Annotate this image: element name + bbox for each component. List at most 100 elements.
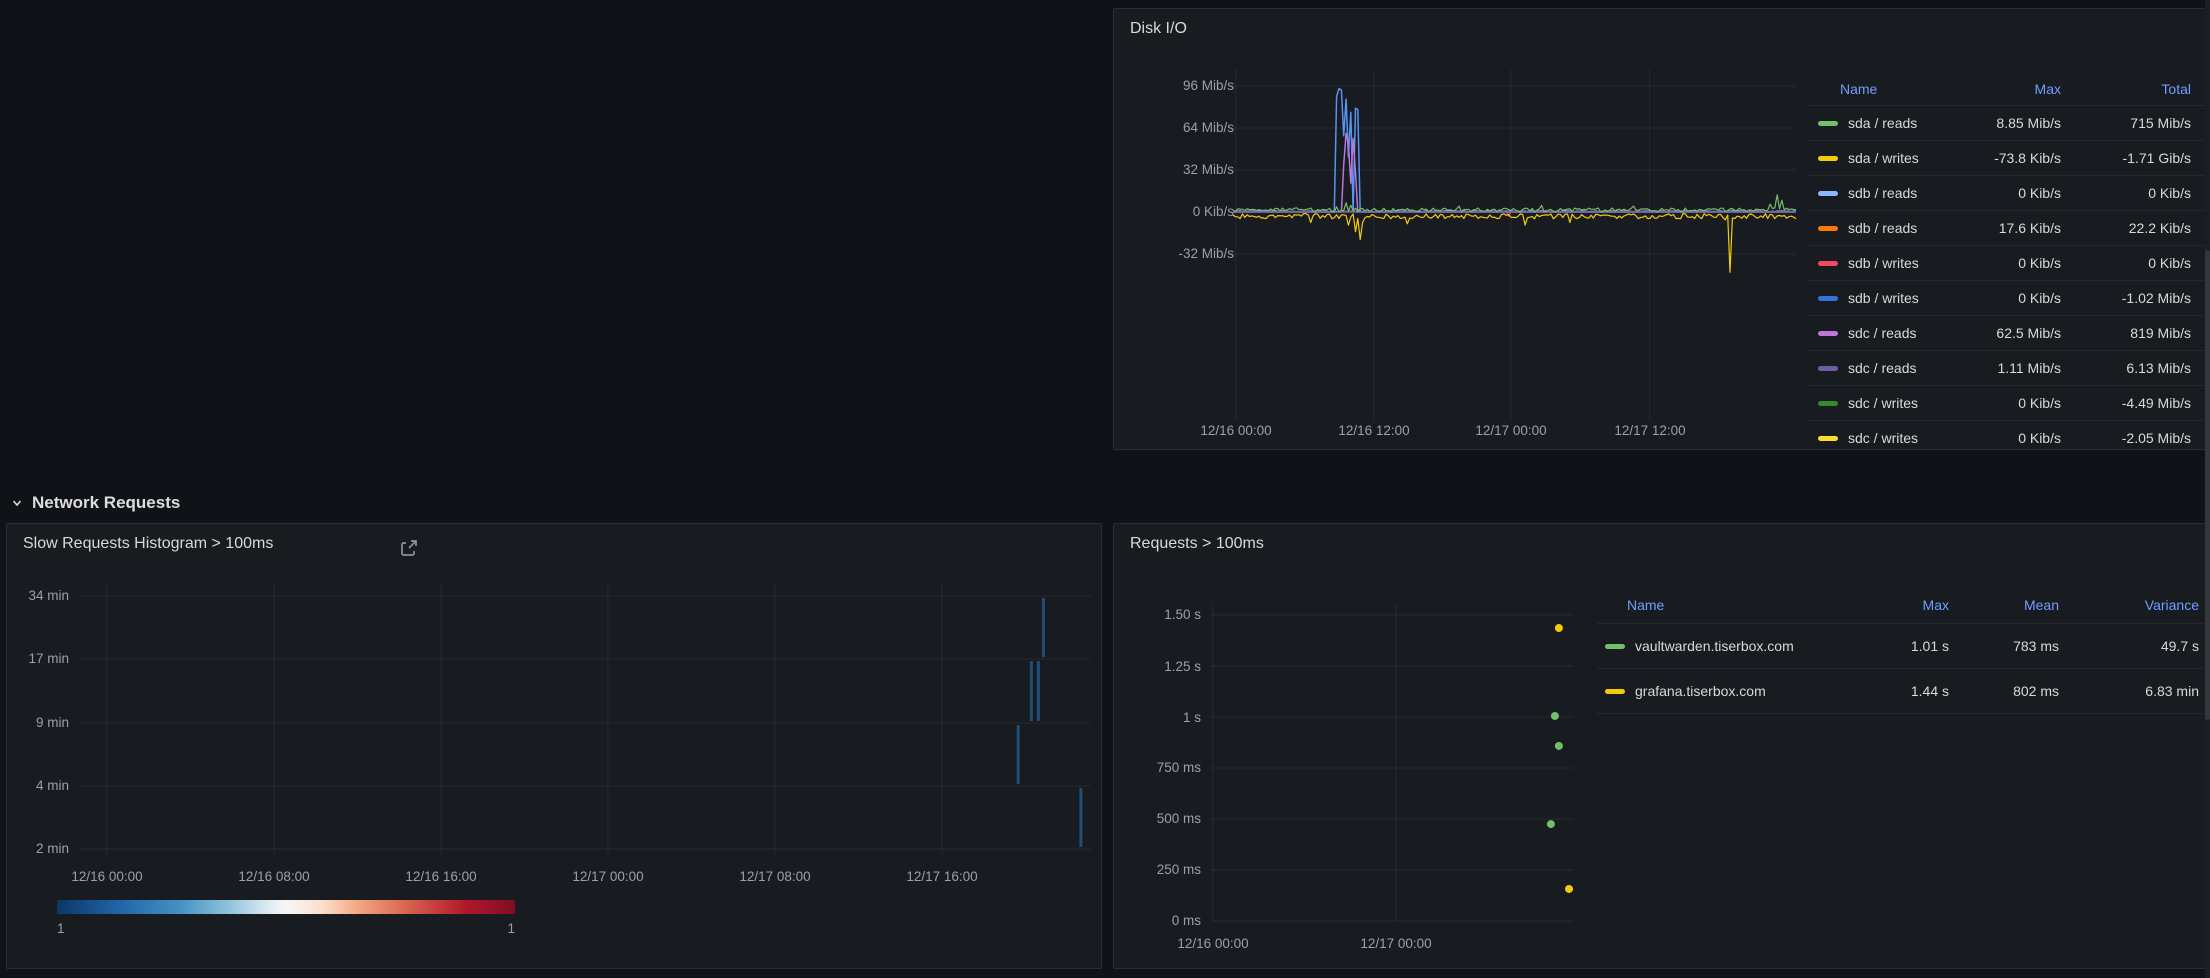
x-tick: 12/16 16:00 xyxy=(396,869,486,884)
x-tick: 12/16 00:00 xyxy=(1168,936,1258,951)
x-tick: 12/17 16:00 xyxy=(897,869,987,884)
legend-series-name[interactable]: sdc / reads xyxy=(1807,360,1959,376)
x-tick: 12/16 12:00 xyxy=(1329,423,1419,438)
scrollbar-thumb[interactable] xyxy=(2205,250,2210,720)
legend-series-name[interactable]: grafana.tiserbox.com xyxy=(1597,683,1809,699)
disk-legend-row: sdb / reads17.6 Kib/s22.2 Kib/s xyxy=(1807,210,2209,245)
series-color-swatch xyxy=(1818,401,1838,406)
y-tick: 1.25 s xyxy=(1131,659,1201,674)
y-tick: 34 min xyxy=(9,588,69,603)
series-color-swatch xyxy=(1605,689,1625,694)
disk-io-legend-table: Name Max Total sda / reads8.85 Mib/s715 … xyxy=(1807,73,2209,443)
legend-header-total[interactable]: Total xyxy=(2079,81,2209,97)
row-header-network-requests[interactable]: Network Requests xyxy=(10,493,180,513)
x-tick: 12/17 00:00 xyxy=(1466,423,1556,438)
section-title: Network Requests xyxy=(32,493,180,513)
disk-legend-row: sda / reads8.85 Mib/s715 Mib/s xyxy=(1807,105,2209,140)
panel-requests: Requests > 100ms 1.50 s 1.25 s 1 s 750 m… xyxy=(1113,523,2210,969)
legend-value-total: 0 Kib/s xyxy=(2079,255,2209,271)
page-scrollbar[interactable] xyxy=(2205,0,2210,978)
heatmap-color-scale xyxy=(57,900,515,914)
y-tick: 500 ms xyxy=(1131,811,1201,826)
legend-header-name[interactable]: Name xyxy=(1807,81,1959,97)
requests-legend-row: grafana.tiserbox.com1.44 s802 ms6.83 min xyxy=(1597,668,2209,713)
legend-series-name[interactable]: sdc / reads xyxy=(1807,325,1959,341)
disk-legend-row: sdc / reads1.11 Mib/s6.13 Mib/s xyxy=(1807,350,2209,385)
series-color-swatch xyxy=(1818,296,1838,301)
legend-value-total: -1.71 Gib/s xyxy=(2079,150,2209,166)
series-color-swatch xyxy=(1818,331,1838,336)
legend-header-mean[interactable]: Mean xyxy=(1959,597,2069,613)
legend-series-name[interactable]: sdb / reads xyxy=(1807,220,1959,236)
legend-series-name[interactable]: sdc / writes xyxy=(1807,430,1959,443)
color-scale-min: 1 xyxy=(57,921,65,936)
legend-value-max: 0 Kib/s xyxy=(1959,430,2079,443)
y-tick: 1 s xyxy=(1131,710,1201,725)
series-color-swatch xyxy=(1818,261,1838,266)
legend-value-max: 0 Kib/s xyxy=(1959,185,2079,201)
legend-value-max: 0 Kib/s xyxy=(1959,290,2079,306)
legend-header-name[interactable]: Name xyxy=(1597,597,1809,613)
legend-value-max: 1.44 s xyxy=(1809,683,1959,699)
x-tick: 12/17 00:00 xyxy=(563,869,653,884)
color-scale-max: 1 xyxy=(465,921,515,936)
series-color-swatch xyxy=(1818,156,1838,161)
legend-value-total: 6.13 Mib/s xyxy=(2079,360,2209,376)
legend-series-name[interactable]: sdb / writes xyxy=(1807,290,1959,306)
y-tick: 9 min xyxy=(9,715,69,730)
x-tick: 12/16 08:00 xyxy=(229,869,319,884)
x-tick: 12/16 00:00 xyxy=(62,869,152,884)
series-color-swatch xyxy=(1818,436,1838,441)
legend-value-total: -2.05 Mib/s xyxy=(2079,430,2209,443)
x-tick: 12/17 12:00 xyxy=(1605,423,1695,438)
series-color-swatch xyxy=(1818,191,1838,196)
chevron-down-icon xyxy=(10,496,24,510)
legend-value-max: 1.01 s xyxy=(1809,638,1959,654)
legend-value-max: 0 Kib/s xyxy=(1959,255,2079,271)
y-tick: 0 ms xyxy=(1131,913,1201,928)
legend-value-variance: 49.7 s xyxy=(2069,638,2209,654)
y-tick: -32 Mib/s xyxy=(1134,246,1234,261)
legend-value-mean: 802 ms xyxy=(1959,683,2069,699)
y-tick: 0 Kib/s xyxy=(1134,204,1234,219)
legend-value-total: 22.2 Kib/s xyxy=(2079,220,2209,236)
legend-series-name[interactable]: sda / writes xyxy=(1807,150,1959,166)
grafana-dashboard: Disk I/O 96 Mib/s 64 Mib/s 32 Mib/s 0 Ki… xyxy=(0,0,2210,978)
legend-series-name[interactable]: sdb / writes xyxy=(1807,255,1959,271)
requests-legend-row: vaultwarden.tiserbox.com1.01 s783 ms49.7… xyxy=(1597,623,2209,668)
legend-header-max[interactable]: Max xyxy=(1959,81,2079,97)
legend-header-max[interactable]: Max xyxy=(1809,597,1959,613)
legend-value-max: 8.85 Mib/s xyxy=(1959,115,2079,131)
series-color-swatch xyxy=(1818,366,1838,371)
legend-value-total: -1.02 Mib/s xyxy=(2079,290,2209,306)
legend-value-total: 0 Kib/s xyxy=(2079,185,2209,201)
legend-value-max: 1.11 Mib/s xyxy=(1959,360,2079,376)
y-tick: 64 Mib/s xyxy=(1134,120,1234,135)
legend-series-name[interactable]: sdb / reads xyxy=(1807,185,1959,201)
legend-value-max: -73.8 Kib/s xyxy=(1959,150,2079,166)
legend-value-max: 0 Kib/s xyxy=(1959,395,2079,411)
y-tick: 750 ms xyxy=(1131,760,1201,775)
panel-disk-io: Disk I/O 96 Mib/s 64 Mib/s 32 Mib/s 0 Ki… xyxy=(1113,8,2210,450)
legend-series-name[interactable]: sda / reads xyxy=(1807,115,1959,131)
x-tick: 12/16 00:00 xyxy=(1191,423,1281,438)
y-tick: 17 min xyxy=(9,651,69,666)
legend-value-variance: 6.83 min xyxy=(2069,683,2209,699)
disk-legend-row: sdb / writes0 Kib/s-1.02 Mib/s xyxy=(1807,280,2209,315)
x-tick: 12/17 00:00 xyxy=(1351,936,1441,951)
y-tick: 1.50 s xyxy=(1131,607,1201,622)
series-color-swatch xyxy=(1818,121,1838,126)
y-tick: 2 min xyxy=(9,841,69,856)
legend-value-total: -4.49 Mib/s xyxy=(2079,395,2209,411)
legend-series-name[interactable]: vaultwarden.tiserbox.com xyxy=(1597,638,1809,654)
legend-series-name[interactable]: sdc / writes xyxy=(1807,395,1959,411)
panel-slow-requests-histogram: Slow Requests Histogram > 100ms 34 min 1… xyxy=(6,523,1102,969)
disk-legend-row: sdc / writes0 Kib/s-2.05 Mib/s xyxy=(1807,420,2209,443)
disk-legend-row: sdb / writes0 Kib/s0 Kib/s xyxy=(1807,245,2209,280)
legend-value-max: 62.5 Mib/s xyxy=(1959,325,2079,341)
legend-value-mean: 783 ms xyxy=(1959,638,2069,654)
requests-legend-table: Name Max Mean Variance vaultwarden.tiser… xyxy=(1597,586,2209,718)
y-tick: 32 Mib/s xyxy=(1134,162,1234,177)
legend-header-variance[interactable]: Variance xyxy=(2069,597,2209,613)
disk-legend-row: sdc / writes0 Kib/s-4.49 Mib/s xyxy=(1807,385,2209,420)
